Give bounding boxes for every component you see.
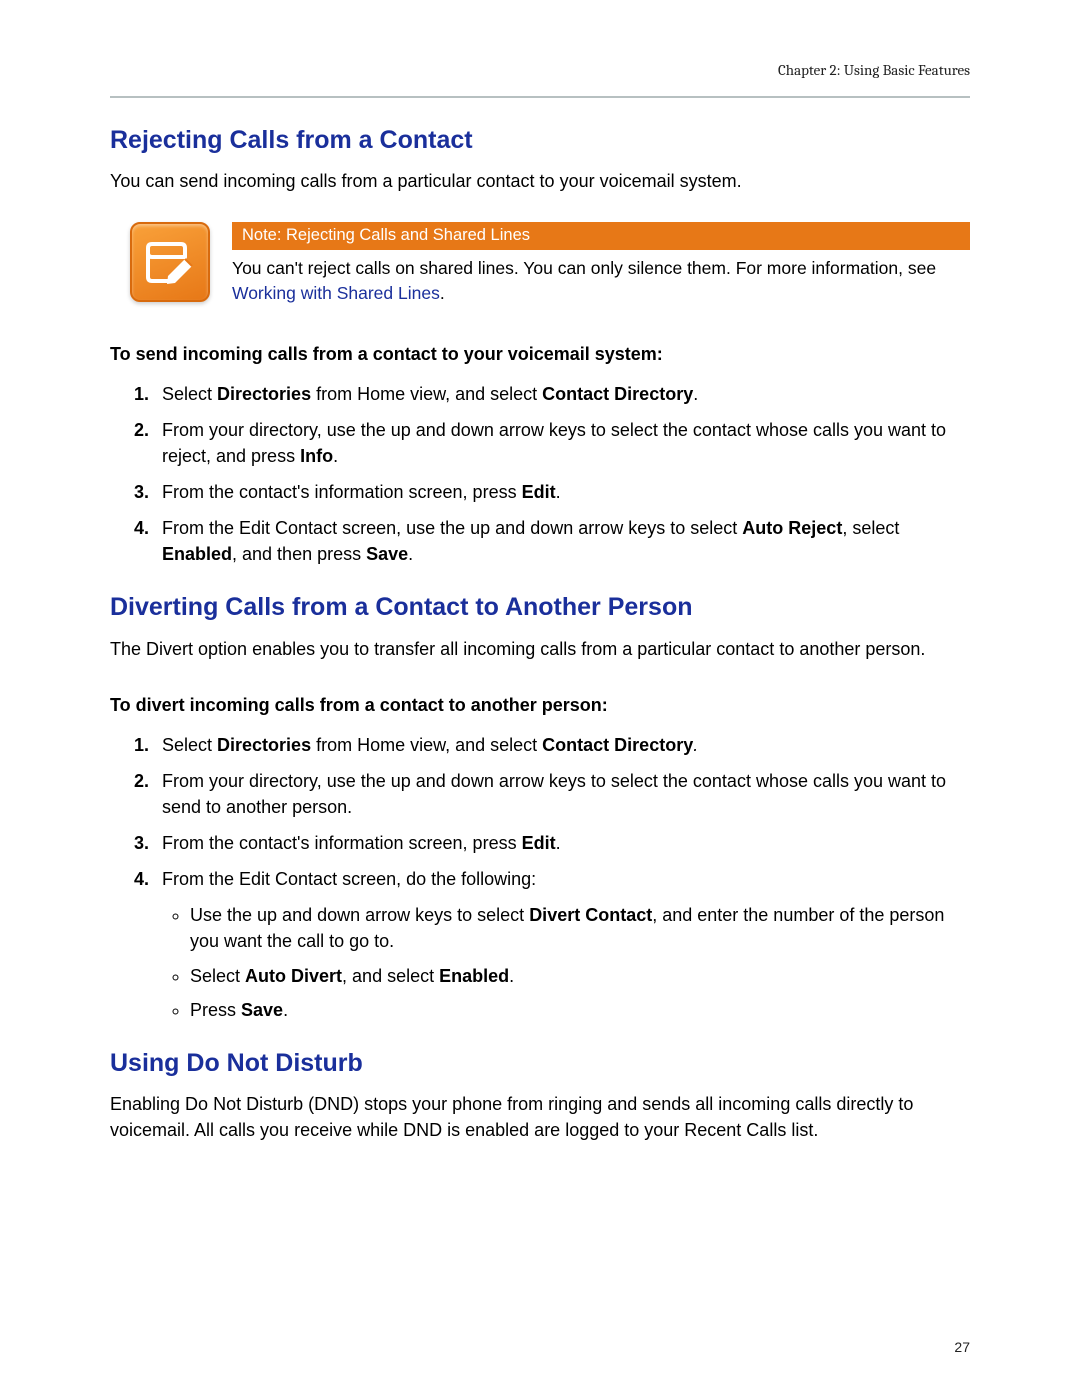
list-item: From the contact's information screen, p… [154,830,970,856]
list-item: Press Save. [190,997,970,1023]
section2-intro: The Divert option enables you to transfe… [110,636,970,662]
heading-diverting-calls: Diverting Calls from a Contact to Anothe… [110,589,970,625]
heading-rejecting-calls: Rejecting Calls from a Contact [110,122,970,158]
chapter-label: Chapter 2: Using Basic Features [778,61,970,79]
list-item: From your directory, use the up and down… [154,417,970,469]
section3-intro: Enabling Do Not Disturb (DND) stops your… [110,1091,970,1143]
list-item: From your directory, use the up and down… [154,768,970,820]
note-text-before: You can't reject calls on shared lines. … [232,258,936,278]
list-item: From the Edit Contact screen, use the up… [154,515,970,567]
section1-intro: You can send incoming calls from a parti… [110,168,970,194]
steps-list-1: Select Directories from Home view, and s… [110,381,970,568]
task-title-2: To divert incoming calls from a contact … [110,692,970,718]
note-pencil-icon [130,222,210,302]
list-item: Select Directories from Home view, and s… [154,732,970,758]
task-title-1: To send incoming calls from a contact to… [110,341,970,367]
note-title: Note: Rejecting Calls and Shared Lines [232,222,970,250]
list-item: Use the up and down arrow keys to select… [190,902,970,954]
page-number: 27 [954,1337,970,1357]
note-block: Note: Rejecting Calls and Shared Lines Y… [130,222,970,307]
page-header: Chapter 2: Using Basic Features [110,60,970,82]
note-text: You can't reject calls on shared lines. … [232,256,970,307]
note-body: Note: Rejecting Calls and Shared Lines Y… [232,222,970,307]
sub-list: Use the up and down arrow keys to select… [162,902,970,1022]
header-rule [110,96,970,98]
list-item: Select Auto Divert, and select Enabled. [190,963,970,989]
steps-list-2: Select Directories from Home view, and s… [110,732,970,1023]
note-link[interactable]: Working with Shared Lines [232,283,440,303]
page-container: Chapter 2: Using Basic Features Rejectin… [0,0,1080,1397]
heading-dnd: Using Do Not Disturb [110,1045,970,1081]
list-item: Select Directories from Home view, and s… [154,381,970,407]
list-item: From the contact's information screen, p… [154,479,970,505]
list-item: From the Edit Contact screen, do the fol… [154,866,970,1022]
note-text-after: . [440,283,445,303]
